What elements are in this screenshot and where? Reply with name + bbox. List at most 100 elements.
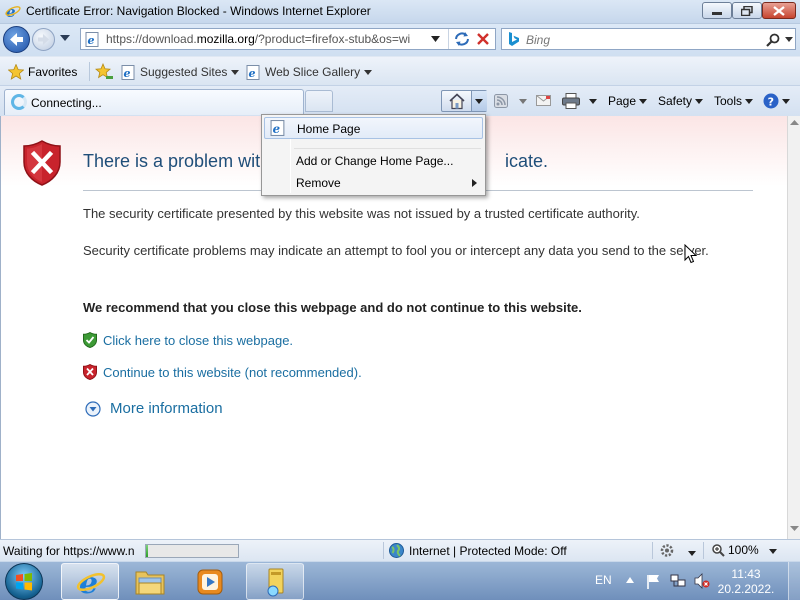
safety-menu-label: Safety bbox=[658, 94, 693, 108]
ie-page-icon: e bbox=[121, 64, 135, 80]
progress-fill bbox=[146, 545, 148, 557]
zoom-magnifier-icon bbox=[712, 543, 725, 557]
web-slice-gallery-link[interactable]: e Web Slice Gallery bbox=[246, 61, 373, 83]
maximize-button[interactable] bbox=[732, 2, 762, 19]
recent-pages-dropdown-icon[interactable] bbox=[60, 35, 70, 41]
scroll-up-icon[interactable] bbox=[790, 120, 799, 125]
menu-item-home-page[interactable]: e Home Page bbox=[264, 117, 483, 139]
page-menu[interactable]: Page bbox=[608, 90, 648, 112]
tab-label: Connecting... bbox=[31, 96, 102, 110]
error-title-end: icate. bbox=[505, 151, 549, 171]
chevron-down-icon bbox=[745, 98, 754, 104]
new-tab-button[interactable] bbox=[305, 90, 333, 112]
favorites-separator bbox=[89, 62, 90, 81]
tab-row: Connecting... Page Safety Tools ? bbox=[0, 86, 800, 116]
search-options-dropdown-icon[interactable] bbox=[785, 37, 793, 42]
menu-item-label: Home Page bbox=[297, 122, 361, 136]
vertical-scrollbar[interactable] bbox=[787, 116, 800, 539]
show-desktop-button[interactable] bbox=[788, 562, 800, 600]
stop-icon[interactable] bbox=[476, 32, 490, 46]
show-hidden-icons-icon[interactable] bbox=[626, 577, 634, 583]
status-text: Waiting for https://www.n bbox=[3, 544, 135, 558]
svg-text:e: e bbox=[88, 34, 95, 47]
ie-page-icon: e bbox=[246, 64, 260, 80]
star-icon bbox=[8, 64, 24, 80]
taskbar: e EN 11:43 20.2.2022. bbox=[0, 561, 800, 600]
menu-separator bbox=[294, 148, 481, 149]
favorites-button[interactable]: Favorites bbox=[4, 61, 81, 83]
add-to-favorites-bar-icon[interactable] bbox=[95, 63, 114, 80]
loading-spinner-icon bbox=[11, 94, 27, 110]
forward-button[interactable] bbox=[32, 28, 55, 51]
back-button[interactable] bbox=[3, 26, 30, 53]
chevron-down-icon[interactable] bbox=[519, 99, 527, 104]
folder-icon bbox=[135, 571, 165, 595]
green-shield-icon bbox=[83, 332, 97, 348]
security-zone[interactable]: Internet | Protected Mode: Off bbox=[389, 543, 567, 558]
search-box[interactable]: Bing bbox=[501, 28, 796, 50]
zoom-control[interactable]: 100% bbox=[712, 543, 759, 557]
status-separator bbox=[652, 542, 653, 559]
status-bar: Waiting for https://www.n Internet | Pro… bbox=[0, 539, 800, 561]
close-button[interactable] bbox=[762, 2, 796, 19]
chevron-down-icon bbox=[231, 69, 240, 75]
tools-menu[interactable]: Tools bbox=[714, 90, 754, 112]
menu-item-add-change-home-page[interactable]: Add or Change Home Page... bbox=[264, 150, 483, 172]
scroll-down-icon[interactable] bbox=[790, 526, 799, 531]
back-arrow-icon bbox=[10, 33, 23, 46]
address-bar[interactable]: e https://download.mozilla.org/?product=… bbox=[80, 28, 496, 50]
search-icon[interactable] bbox=[766, 33, 780, 47]
read-mail-icon[interactable] bbox=[536, 95, 551, 106]
volume-muted-icon[interactable] bbox=[694, 573, 710, 589]
certificate-warning-text: Security certificate problems may indica… bbox=[83, 243, 709, 258]
taskbar-media-player[interactable] bbox=[181, 563, 239, 600]
menu-item-label: Remove bbox=[296, 176, 341, 190]
window-title: Certificate Error: Navigation Blocked - … bbox=[26, 4, 371, 18]
print-icon[interactable] bbox=[562, 93, 580, 109]
protected-mode-gear-icon[interactable] bbox=[660, 543, 676, 558]
tools-menu-label: Tools bbox=[714, 94, 743, 108]
compatibility-view-icon[interactable] bbox=[453, 31, 471, 47]
more-information-label: More information bbox=[110, 400, 223, 417]
continue-to-website-link[interactable]: Continue to this website (not recommende… bbox=[83, 364, 362, 380]
favorites-bar: Favorites e Suggested Sites e Web Slice … bbox=[0, 57, 800, 86]
network-icon[interactable] bbox=[670, 573, 686, 589]
taskbar-internet-explorer[interactable]: e bbox=[61, 563, 119, 600]
address-dropdown-icon[interactable] bbox=[431, 36, 440, 42]
safety-menu[interactable]: Safety bbox=[658, 90, 704, 112]
action-center-flag-icon[interactable] bbox=[647, 574, 661, 589]
globe-icon bbox=[389, 543, 404, 558]
more-information-toggle[interactable]: More information bbox=[85, 400, 223, 417]
url-domain: mozilla.org bbox=[196, 32, 255, 46]
error-title: There is a problem with icate. bbox=[83, 151, 548, 172]
ie-page-icon: e bbox=[270, 120, 285, 136]
close-webpage-link[interactable]: Click here to close this webpage. bbox=[83, 332, 293, 348]
chevron-down-icon[interactable] bbox=[688, 551, 696, 556]
help-menu[interactable]: ? bbox=[763, 90, 790, 112]
minimize-button[interactable] bbox=[702, 2, 732, 19]
menu-item-remove[interactable]: Remove bbox=[264, 172, 483, 194]
home-dropdown-button[interactable] bbox=[472, 91, 487, 111]
favorites-label: Favorites bbox=[28, 65, 78, 79]
clock[interactable]: 11:43 20.2.2022. bbox=[716, 567, 776, 597]
chevron-down-icon bbox=[475, 99, 483, 104]
chevron-down-icon[interactable] bbox=[589, 99, 597, 104]
suggested-sites-link[interactable]: e Suggested Sites bbox=[121, 61, 240, 83]
start-button[interactable] bbox=[5, 563, 43, 600]
tab-connecting[interactable]: Connecting... bbox=[4, 89, 304, 115]
security-zone-label: Internet | Protected Mode: Off bbox=[409, 543, 567, 558]
taskbar-installer[interactable] bbox=[246, 563, 304, 600]
chevron-down-icon[interactable] bbox=[769, 549, 777, 554]
feeds-icon[interactable] bbox=[494, 94, 508, 108]
home-button[interactable] bbox=[441, 90, 487, 112]
svg-text:e: e bbox=[124, 67, 131, 80]
progress-bar bbox=[145, 544, 239, 558]
close-icon bbox=[773, 5, 785, 16]
web-slice-gallery-label: Web Slice Gallery bbox=[265, 65, 361, 79]
search-placeholder: Bing bbox=[526, 33, 551, 47]
taskbar-windows-explorer[interactable] bbox=[121, 563, 179, 600]
menu-item-label: Add or Change Home Page... bbox=[296, 154, 454, 168]
language-indicator[interactable]: EN bbox=[595, 573, 612, 587]
url-text[interactable]: https://download.mozilla.org/?product=fi… bbox=[106, 32, 426, 46]
bing-icon bbox=[509, 32, 519, 46]
